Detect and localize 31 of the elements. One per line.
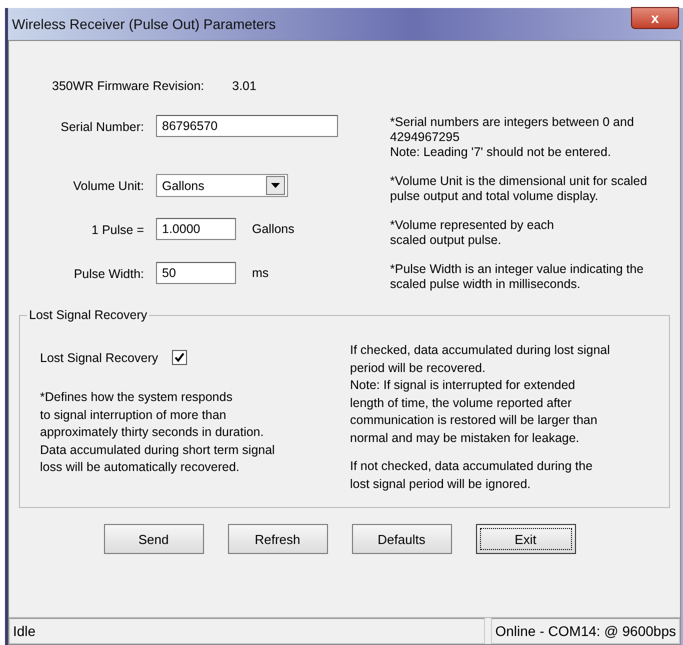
firmware-label: 350WR Firmware Revision: — [52, 79, 204, 95]
unit-label: Gallons — [252, 222, 294, 236]
note-text: If checked, data accumulated during lost signal period will be recovered. Note: If signal is interrupted for extended length of time, the volume reported after communication is restored will be larger than normal and may be mistaken for leakage. — [350, 342, 611, 447]
field-label: Serial Number: — [60, 119, 144, 134]
note-text: If not checked, data accumulated during the lost signal period will be ignored. — [350, 458, 594, 493]
close-button[interactable]: x — [631, 7, 679, 29]
unit-label: ms — [252, 266, 269, 280]
help-text: *Volume Unit is the dimensional unit for scaled pulse output and total volume display. — [390, 174, 648, 204]
field-label: Volume Unit: — [72, 178, 144, 193]
dialog-button[interactable]: Exit — [476, 524, 576, 554]
dropdown[interactable]: Gallons — [156, 174, 288, 197]
dialog-button[interactable]: Refresh — [228, 524, 328, 554]
dialog-button[interactable]: Defaults — [352, 524, 452, 554]
help-text: *Pulse Width is an integer value indicating the scaled pulse width in milliseconds. — [390, 262, 645, 292]
status-text: Idle — [9, 618, 486, 644]
status-text: Online - COM14: @ 9600bps — [491, 618, 680, 644]
group-title: Lost Signal Recovery — [28, 308, 148, 322]
note-text: *Defines how the system responds to signal interruption of more than approximately thirty seconds in duration. Data accumulated during short term signal loss will be automatically recovered. — [40, 389, 276, 476]
firmware-value: 3.01 — [232, 79, 256, 95]
caret-icon — [271, 183, 280, 188]
input-field[interactable]: 86796570 — [156, 115, 338, 137]
input-field[interactable]: 50 — [156, 262, 236, 284]
help-text: *Volume represented by each scaled output pulse. — [390, 218, 555, 248]
dialog-button[interactable]: Send — [104, 524, 204, 554]
field-label: Pulse Width: — [72, 266, 144, 281]
window-title: Wireless Receiver (Pulse Out) Parameters — [12, 16, 276, 32]
input-field[interactable]: 1.0000 — [156, 218, 236, 240]
checkbox[interactable] — [172, 350, 188, 365]
field-label: 1 Pulse = — [90, 222, 144, 237]
help-text: *Serial numbers are integers between 0 and 4294967295 Note: Leading '7' should not be entered. — [390, 115, 635, 160]
checkbox-label: Lost Signal Recovery — [40, 350, 158, 364]
